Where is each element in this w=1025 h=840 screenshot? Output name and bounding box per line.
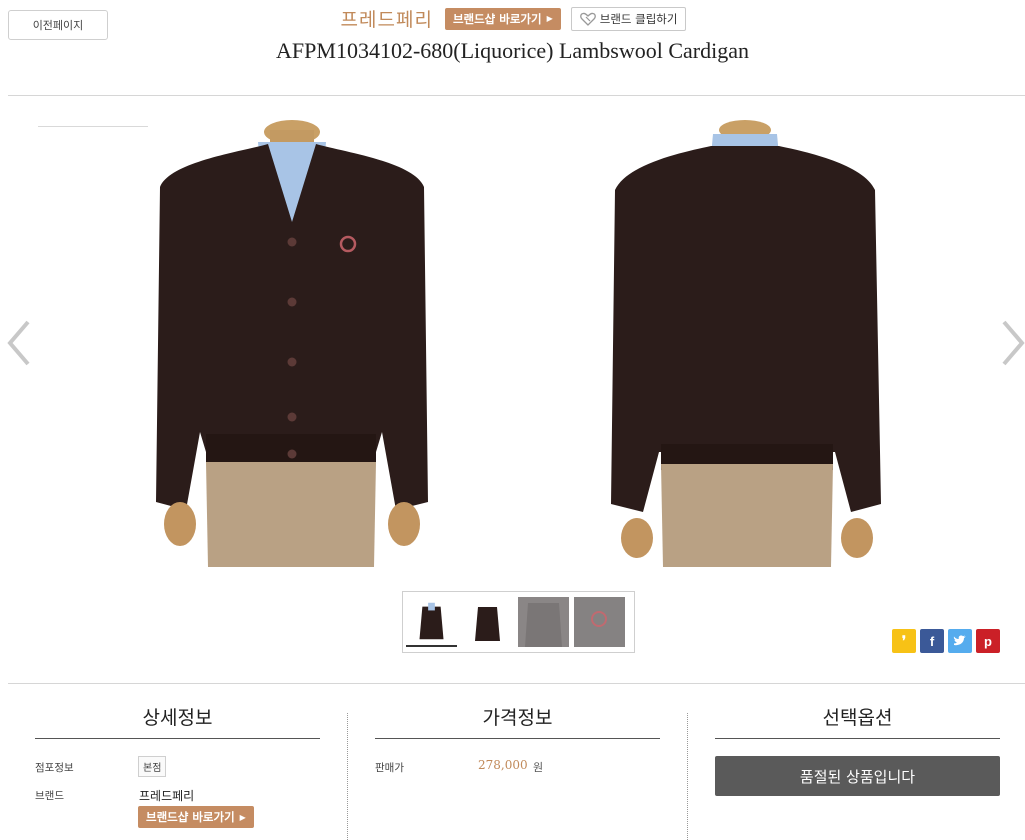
divider bbox=[715, 738, 1000, 739]
thumbnail-front[interactable] bbox=[406, 597, 457, 647]
product-image-back bbox=[611, 120, 881, 567]
options-section-title: 선택옵션 bbox=[822, 707, 893, 729]
detail-section-title: 상세정보 bbox=[142, 707, 213, 729]
divider bbox=[347, 713, 348, 840]
brand-shop-button[interactable]: 브랜드샵 바로가기 ▶ bbox=[444, 7, 561, 30]
divider bbox=[8, 683, 1025, 684]
divider bbox=[687, 713, 688, 840]
brand-value: 프레드페리 bbox=[139, 789, 195, 803]
product-image-front bbox=[156, 120, 428, 567]
store-info-label: 점포정보 bbox=[35, 762, 74, 774]
divider bbox=[35, 738, 320, 739]
brand-shop-label: 브랜드샵 바로가기 bbox=[146, 810, 235, 824]
chevron-left-icon[interactable] bbox=[6, 318, 32, 368]
currency-unit: 원 bbox=[533, 761, 544, 774]
chevron-right-icon: ▶ bbox=[239, 812, 246, 822]
brand-clip-label: 브랜드 클립하기 bbox=[599, 11, 678, 26]
pinterest-icon[interactable]: p bbox=[976, 629, 1000, 653]
product-title: AFPM1034102-680(Liquorice) Lambswool Car… bbox=[276, 38, 749, 63]
divider bbox=[8, 95, 1025, 96]
brand-label: 브랜드 bbox=[35, 790, 64, 802]
kakaostory-icon[interactable]: ❜ bbox=[892, 629, 916, 653]
brand-name[interactable]: 프레드페리 bbox=[341, 5, 433, 32]
thumbnail-grey-detail[interactable] bbox=[574, 597, 625, 647]
thumbnail-strip bbox=[402, 591, 635, 653]
thumbnail-grey-front[interactable] bbox=[518, 597, 569, 647]
soldout-notice-button: 품절된 상품입니다 bbox=[715, 756, 1000, 796]
chevron-right-icon[interactable] bbox=[1000, 318, 1025, 368]
twitter-icon[interactable] bbox=[948, 629, 972, 653]
heart-clip-icon bbox=[579, 12, 596, 26]
share-buttons: ❜ f p bbox=[892, 629, 1000, 653]
brand-shop-label: 브랜드샵 바로가기 bbox=[452, 11, 542, 26]
divider bbox=[375, 738, 660, 739]
brand-header: 프레드페리 브랜드샵 바로가기 ▶ 브랜드 클립하기 bbox=[0, 5, 1025, 32]
thumbnail-back[interactable] bbox=[462, 597, 513, 647]
detail-brand-shop-button[interactable]: 브랜드샵 바로가기 ▶ bbox=[138, 806, 254, 828]
store-badge: 본점 bbox=[138, 756, 167, 777]
price-section-title: 가격정보 bbox=[482, 707, 553, 729]
sale-price-label: 판매가 bbox=[375, 762, 404, 774]
brand-clip-button[interactable]: 브랜드 클립하기 bbox=[570, 6, 687, 31]
facebook-icon[interactable]: f bbox=[920, 629, 944, 653]
sale-price-value: 278,000 bbox=[478, 758, 528, 772]
divider bbox=[38, 126, 148, 127]
chevron-right-icon: ▶ bbox=[546, 14, 553, 23]
